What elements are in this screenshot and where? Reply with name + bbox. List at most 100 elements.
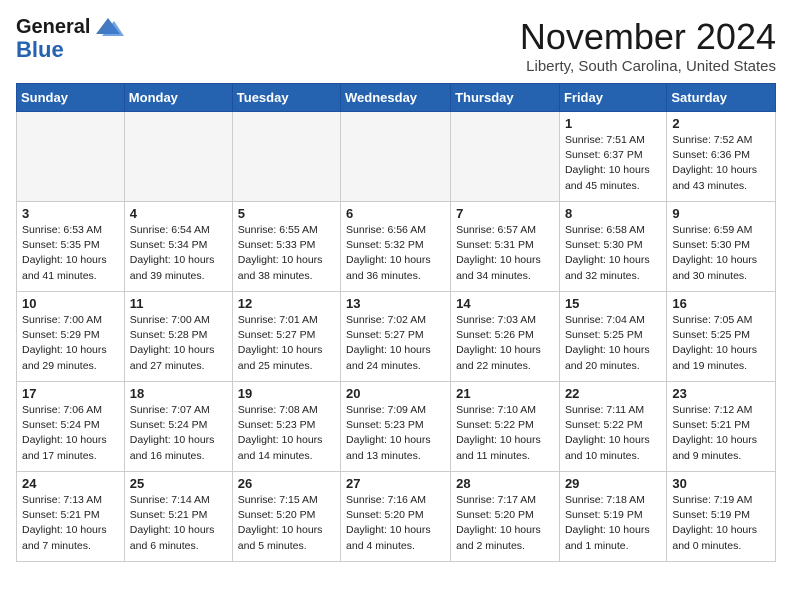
- day-number: 14: [456, 296, 554, 311]
- weekday-header-friday: Friday: [559, 84, 666, 112]
- day-info: Sunrise: 6:54 AMSunset: 5:34 PMDaylight:…: [130, 223, 227, 284]
- day-info: Sunrise: 7:19 AMSunset: 5:19 PMDaylight:…: [672, 493, 770, 554]
- day-number: 28: [456, 476, 554, 491]
- day-number: 29: [565, 476, 661, 491]
- calendar-cell: [124, 112, 232, 202]
- weekday-header-row: SundayMondayTuesdayWednesdayThursdayFrid…: [17, 84, 776, 112]
- day-number: 22: [565, 386, 661, 401]
- day-number: 13: [346, 296, 445, 311]
- calendar-cell: 15 Sunrise: 7:04 AMSunset: 5:25 PMDayligh…: [559, 292, 666, 382]
- weekday-header-thursday: Thursday: [451, 84, 560, 112]
- day-info: Sunrise: 7:52 AMSunset: 6:36 PMDaylight:…: [672, 133, 770, 194]
- day-info: Sunrise: 6:57 AMSunset: 5:31 PMDaylight:…: [456, 223, 554, 284]
- day-number: 26: [238, 476, 335, 491]
- weekday-header-sunday: Sunday: [17, 84, 125, 112]
- calendar-cell: 24 Sunrise: 7:13 AMSunset: 5:21 PMDayligh…: [17, 472, 125, 562]
- calendar-cell: 7 Sunrise: 6:57 AMSunset: 5:31 PMDaylight…: [451, 202, 560, 292]
- day-info: Sunrise: 7:08 AMSunset: 5:23 PMDaylight:…: [238, 403, 335, 464]
- day-number: 20: [346, 386, 445, 401]
- day-info: Sunrise: 6:56 AMSunset: 5:32 PMDaylight:…: [346, 223, 445, 284]
- logo-text: General: [16, 16, 90, 38]
- weekday-header-wednesday: Wednesday: [341, 84, 451, 112]
- week-row-2: 3 Sunrise: 6:53 AMSunset: 5:35 PMDaylight…: [17, 202, 776, 292]
- calendar-cell: 30Sunrise: 7:19 AMSunset: 5:19 PMDayligh…: [667, 472, 776, 562]
- calendar-cell: 21Sunrise: 7:10 AMSunset: 5:22 PMDayligh…: [451, 382, 560, 472]
- day-number: 7: [456, 206, 554, 221]
- day-info: Sunrise: 7:17 AMSunset: 5:20 PMDaylight:…: [456, 493, 554, 554]
- day-info: Sunrise: 7:14 AMSunset: 5:21 PMDaylight:…: [130, 493, 227, 554]
- day-number: 23: [672, 386, 770, 401]
- day-info: Sunrise: 7:12 AMSunset: 5:21 PMDaylight:…: [672, 403, 770, 464]
- calendar-cell: 13 Sunrise: 7:02 AMSunset: 5:27 PMDayligh…: [341, 292, 451, 382]
- day-number: 4: [130, 206, 227, 221]
- day-number: 15: [565, 296, 661, 311]
- day-number: 25: [130, 476, 227, 491]
- day-number: 27: [346, 476, 445, 491]
- logo-icon: [92, 16, 124, 38]
- calendar-cell: 29 Sunrise: 7:18 AMSunset: 5:19 PMDayligh…: [559, 472, 666, 562]
- day-number: 5: [238, 206, 335, 221]
- day-number: 24: [22, 476, 119, 491]
- day-number: 3: [22, 206, 119, 221]
- week-row-5: 24 Sunrise: 7:13 AMSunset: 5:21 PMDayligh…: [17, 472, 776, 562]
- day-number: 10: [22, 296, 119, 311]
- calendar-cell: 28 Sunrise: 7:17 AMSunset: 5:20 PMDayligh…: [451, 472, 560, 562]
- day-number: 8: [565, 206, 661, 221]
- calendar-cell: [17, 112, 125, 202]
- day-number: 16: [672, 296, 770, 311]
- calendar-cell: [451, 112, 560, 202]
- calendar-cell: 2Sunrise: 7:52 AMSunset: 6:36 PMDaylight…: [667, 112, 776, 202]
- calendar-cell: 17 Sunrise: 7:06 AMSunset: 5:24 PMDayligh…: [17, 382, 125, 472]
- week-row-4: 17 Sunrise: 7:06 AMSunset: 5:24 PMDayligh…: [17, 382, 776, 472]
- calendar-cell: 6 Sunrise: 6:56 AMSunset: 5:32 PMDaylight…: [341, 202, 451, 292]
- calendar-cell: 26Sunrise: 7:15 AMSunset: 5:20 PMDayligh…: [232, 472, 340, 562]
- day-info: Sunrise: 7:04 AMSunset: 5:25 PMDaylight:…: [565, 313, 661, 374]
- calendar-cell: 27 Sunrise: 7:16 AMSunset: 5:20 PMDayligh…: [341, 472, 451, 562]
- day-info: Sunrise: 7:16 AMSunset: 5:20 PMDaylight:…: [346, 493, 445, 554]
- calendar-cell: [341, 112, 451, 202]
- day-info: Sunrise: 7:13 AMSunset: 5:21 PMDaylight:…: [22, 493, 119, 554]
- calendar-cell: 8Sunrise: 6:58 AMSunset: 5:30 PMDaylight…: [559, 202, 666, 292]
- day-number: 11: [130, 296, 227, 311]
- day-info: Sunrise: 6:59 AMSunset: 5:30 PMDaylight:…: [672, 223, 770, 284]
- logo-blue-text: Blue: [16, 38, 64, 62]
- calendar-cell: 22Sunrise: 7:11 AMSunset: 5:22 PMDayligh…: [559, 382, 666, 472]
- day-info: Sunrise: 7:00 AMSunset: 5:29 PMDaylight:…: [22, 313, 119, 374]
- day-info: Sunrise: 7:09 AMSunset: 5:23 PMDaylight:…: [346, 403, 445, 464]
- day-number: 17: [22, 386, 119, 401]
- logo: General Blue: [16, 16, 124, 62]
- day-info: Sunrise: 6:55 AMSunset: 5:33 PMDaylight:…: [238, 223, 335, 284]
- calendar-cell: 1Sunrise: 7:51 AMSunset: 6:37 PMDaylight…: [559, 112, 666, 202]
- calendar-cell: 23 Sunrise: 7:12 AMSunset: 5:21 PMDayligh…: [667, 382, 776, 472]
- day-info: Sunrise: 7:05 AMSunset: 5:25 PMDaylight:…: [672, 313, 770, 374]
- calendar-cell: 9 Sunrise: 6:59 AMSunset: 5:30 PMDaylight…: [667, 202, 776, 292]
- calendar-cell: 11Sunrise: 7:00 AMSunset: 5:28 PMDayligh…: [124, 292, 232, 382]
- calendar-cell: 4 Sunrise: 6:54 AMSunset: 5:34 PMDaylight…: [124, 202, 232, 292]
- weekday-header-saturday: Saturday: [667, 84, 776, 112]
- day-number: 19: [238, 386, 335, 401]
- location-title: Liberty, South Carolina, United States: [520, 58, 776, 75]
- calendar-cell: 5 Sunrise: 6:55 AMSunset: 5:33 PMDaylight…: [232, 202, 340, 292]
- day-number: 1: [565, 116, 661, 131]
- day-info: Sunrise: 7:10 AMSunset: 5:22 PMDaylight:…: [456, 403, 554, 464]
- day-info: Sunrise: 6:53 AMSunset: 5:35 PMDaylight:…: [22, 223, 119, 284]
- calendar-cell: 18Sunrise: 7:07 AMSunset: 5:24 PMDayligh…: [124, 382, 232, 472]
- calendar-cell: 14 Sunrise: 7:03 AMSunset: 5:26 PMDayligh…: [451, 292, 560, 382]
- calendar-cell: 3 Sunrise: 6:53 AMSunset: 5:35 PMDaylight…: [17, 202, 125, 292]
- calendar-cell: 20 Sunrise: 7:09 AMSunset: 5:23 PMDayligh…: [341, 382, 451, 472]
- page-header: General Blue November 2024 Liberty, Sout…: [16, 16, 776, 75]
- day-number: 6: [346, 206, 445, 221]
- day-info: Sunrise: 7:01 AMSunset: 5:27 PMDaylight:…: [238, 313, 335, 374]
- day-number: 9: [672, 206, 770, 221]
- calendar-cell: 12Sunrise: 7:01 AMSunset: 5:27 PMDayligh…: [232, 292, 340, 382]
- calendar-cell: 25 Sunrise: 7:14 AMSunset: 5:21 PMDayligh…: [124, 472, 232, 562]
- week-row-3: 10 Sunrise: 7:00 AMSunset: 5:29 PMDayligh…: [17, 292, 776, 382]
- day-number: 18: [130, 386, 227, 401]
- day-info: Sunrise: 7:18 AMSunset: 5:19 PMDaylight:…: [565, 493, 661, 554]
- calendar-table: SundayMondayTuesdayWednesdayThursdayFrid…: [16, 83, 776, 562]
- day-info: Sunrise: 7:06 AMSunset: 5:24 PMDaylight:…: [22, 403, 119, 464]
- title-area: November 2024 Liberty, South Carolina, U…: [520, 16, 776, 75]
- day-info: Sunrise: 7:03 AMSunset: 5:26 PMDaylight:…: [456, 313, 554, 374]
- calendar-cell: 19 Sunrise: 7:08 AMSunset: 5:23 PMDayligh…: [232, 382, 340, 472]
- day-info: Sunrise: 7:02 AMSunset: 5:27 PMDaylight:…: [346, 313, 445, 374]
